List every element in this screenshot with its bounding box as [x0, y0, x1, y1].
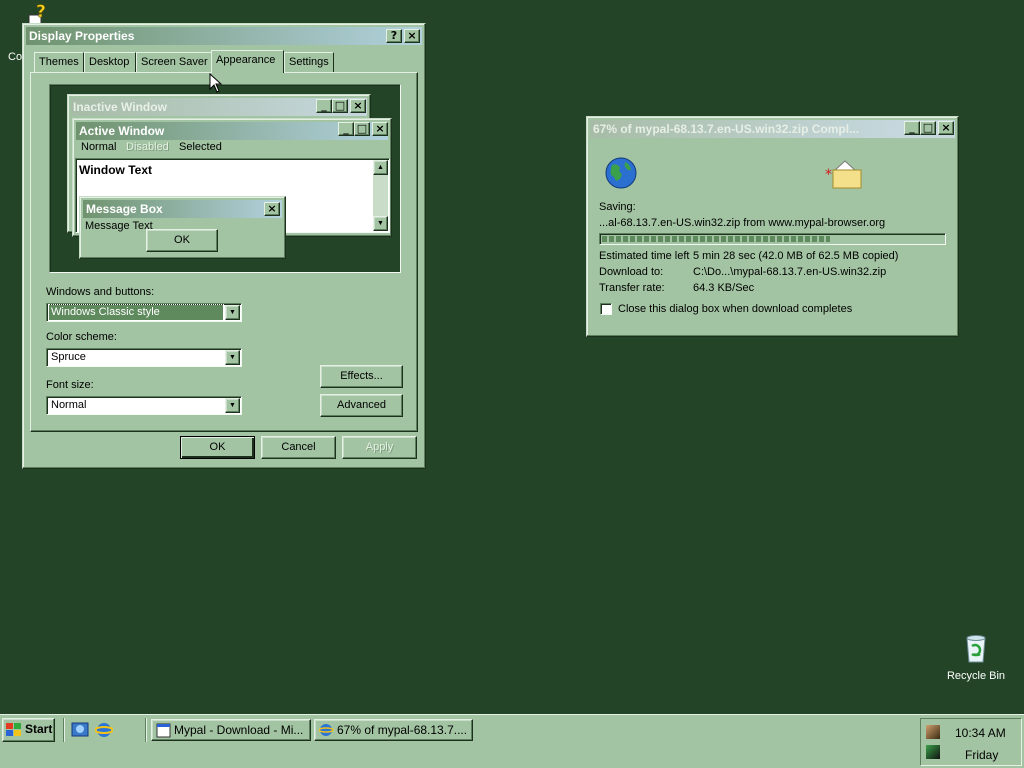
svg-text:?: ? [36, 3, 46, 22]
browser-icon [319, 724, 334, 736]
display-properties-titlebar[interactable]: Display Properties ? × [26, 27, 422, 45]
windows-buttons-label: Windows and buttons: [46, 286, 155, 298]
effects-button[interactable]: Effects... [320, 365, 403, 388]
tab-settings[interactable]: Settings [284, 52, 334, 72]
progress-fill [602, 236, 830, 242]
clock-day: Friday [965, 748, 999, 762]
inactive-title-text: Inactive Window [73, 100, 167, 114]
minimize-button[interactable]: _ [904, 121, 920, 135]
recycle-bin[interactable]: Recycle Bin [940, 632, 1012, 688]
apply-button[interactable]: Apply [342, 436, 417, 459]
tab-label: Desktop [89, 56, 130, 68]
start-button[interactable]: Start [2, 718, 55, 742]
globe-icon [605, 157, 637, 189]
minimize-icon: _ [316, 99, 332, 113]
saving-text: ...al-68.13.7.en-US.win32.zip from www.m… [599, 217, 886, 229]
clock-time[interactable]: 10:34 AM [955, 726, 1006, 740]
start-label: Start [25, 722, 53, 736]
tab-label: Appearance [216, 54, 276, 66]
recycle-bin-icon [966, 635, 986, 663]
windows-logo-icon [6, 723, 21, 736]
download-to-value: C:\Do...\mypal-68.13.7.en-US.win32.zip [693, 266, 887, 278]
tab-screen-saver[interactable]: Screen Saver [136, 52, 212, 72]
msgbox-title: Message Box [86, 202, 163, 216]
close-when-done-label[interactable]: Close this dialog box when download comp… [618, 303, 852, 315]
download-titlebar[interactable]: 67% of mypal-68.13.7.en-US.win32.zip Com… [590, 120, 902, 138]
tasks-separator [145, 718, 147, 742]
quicklaunch-separator [63, 718, 65, 742]
transfer-rate-value: 64.3 KB/Sec [693, 282, 755, 294]
tab-label: Settings [289, 56, 329, 68]
svg-text:*: * [825, 167, 832, 183]
windows-buttons-select[interactable]: Windows Classic style ▼ [46, 303, 242, 322]
font-size-value: Normal [51, 399, 87, 411]
window-icon [156, 723, 171, 738]
preview-msgbox-titlebar: Message Box × [83, 200, 282, 218]
msgbox-text: Message Text [85, 220, 153, 232]
scroll-up-icon: ▲ [373, 160, 388, 175]
windows-buttons-value: Windows Classic style [48, 304, 224, 321]
close-icon: × [264, 202, 280, 216]
tray-app-icon[interactable] [926, 725, 940, 739]
mouse-cursor-icon [209, 73, 223, 93]
maximize-icon: □ [332, 99, 348, 113]
tab-themes[interactable]: Themes [34, 52, 84, 72]
preview-scrollbar: ▲ ▼ [373, 160, 388, 231]
maximize-button[interactable]: □ [920, 121, 936, 135]
close-icon: × [372, 122, 388, 136]
tray-network-icon[interactable] [926, 745, 940, 759]
close-button[interactable]: × [404, 29, 420, 43]
advanced-button[interactable]: Advanced [320, 394, 403, 417]
transfer-rate-label: Transfer rate: [599, 282, 665, 294]
window-text: Window Text [79, 163, 152, 177]
chevron-down-icon[interactable]: ▼ [225, 350, 240, 365]
tab-desktop[interactable]: Desktop [84, 52, 136, 72]
menu-normal: Normal [81, 141, 117, 153]
chevron-down-icon[interactable]: ▼ [225, 305, 240, 320]
color-scheme-value: Spruce [51, 351, 86, 363]
close-icon: × [350, 99, 366, 113]
active-title: Active Window [79, 124, 165, 138]
ok-button[interactable]: OK [180, 436, 255, 459]
minimize-icon: _ [338, 122, 354, 136]
desktop-icon[interactable] [71, 721, 89, 739]
tab-label: Themes [39, 56, 79, 68]
close-button[interactable]: × [938, 121, 954, 135]
time-left-value: 5 min 28 sec (42.0 MB of 62.5 MB copied) [693, 250, 899, 262]
recycle-bin-label: Recycle Bin [946, 670, 1006, 682]
scroll-down-icon: ▼ [373, 216, 388, 231]
download-to-label: Download to: [599, 266, 664, 278]
time-left-label: Estimated time left [599, 250, 690, 262]
download-title: 67% of mypal-68.13.7.en-US.win32.zip Com… [593, 122, 860, 136]
task-download-progress[interactable]: 67% of mypal-68.13.7.... [314, 719, 473, 741]
color-scheme-label: Color scheme: [46, 331, 117, 343]
tab-appearance[interactable]: Appearance [211, 50, 284, 73]
cancel-button[interactable]: Cancel [261, 436, 336, 459]
preview-message-box: Message Box × Message Text OK [79, 196, 286, 259]
msgbox-ok-button: OK [146, 229, 218, 252]
font-size-label: Font size: [46, 379, 94, 391]
menu-disabled: Disabled [126, 141, 169, 153]
task-label: 67% of mypal-68.13.7.... [337, 723, 468, 737]
help-button[interactable]: ? [386, 29, 402, 43]
browser-icon[interactable] [95, 721, 113, 739]
font-size-select[interactable]: Normal ▼ [46, 396, 242, 415]
close-when-done-checkbox[interactable] [600, 303, 612, 315]
task-label: Mypal - Download - Mi... [174, 723, 304, 737]
color-scheme-select[interactable]: Spruce ▼ [46, 348, 242, 367]
maximize-icon: □ [354, 122, 370, 136]
task-mypal-download[interactable]: Mypal - Download - Mi... [151, 719, 311, 741]
menu-selected: Selected [179, 141, 222, 153]
tab-label: Screen Saver [141, 56, 208, 68]
saving-label: Saving: [599, 201, 636, 213]
chevron-down-icon[interactable]: ▼ [225, 398, 240, 413]
download-progress-bar [599, 233, 946, 245]
folder-icon: * [825, 160, 862, 189]
window-title: Display Properties [29, 29, 135, 43]
system-tray: 10:34 AM Friday [920, 718, 1022, 766]
